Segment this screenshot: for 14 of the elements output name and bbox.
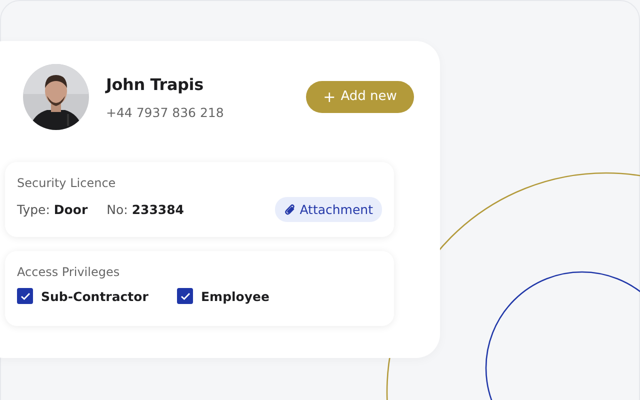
check-icon <box>20 292 30 300</box>
licence-number: No: 233384 <box>106 202 184 217</box>
checkbox[interactable] <box>17 288 33 304</box>
attachment-button[interactable]: Attachment <box>274 197 382 222</box>
paperclip-icon <box>284 203 296 216</box>
checkbox-label: Employee <box>201 288 270 304</box>
person-name: John Trapis <box>106 74 204 94</box>
phone-number: +44 7937 836 218 <box>106 104 225 120</box>
checkbox[interactable] <box>177 288 193 304</box>
section-title: Access Privileges <box>17 265 121 279</box>
checkbox-label: Sub-Contractor <box>41 288 148 304</box>
section-title: Security Licence <box>17 176 117 190</box>
licence-type: Type: Door <box>17 202 88 217</box>
check-icon <box>180 292 190 300</box>
